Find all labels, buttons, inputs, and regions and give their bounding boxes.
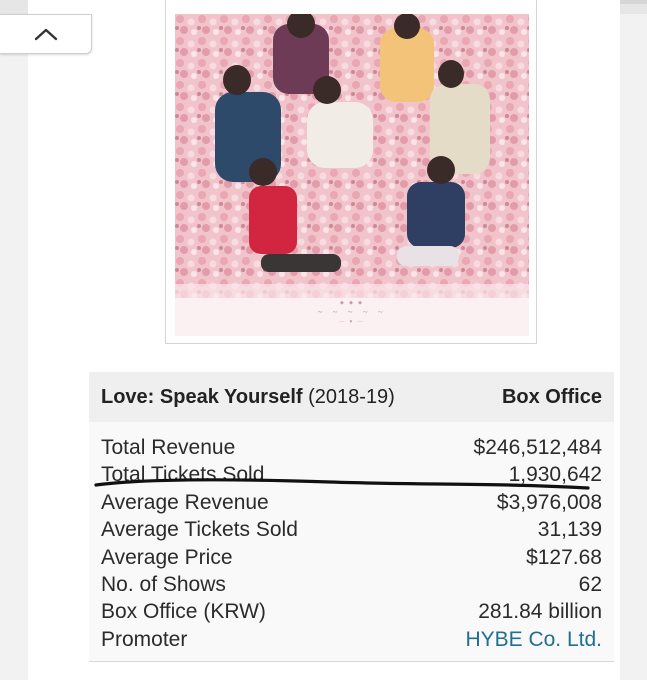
poster-caption-line-3: — ♥ —: [339, 320, 365, 325]
table-rows: Total Revenue $246,512,484 Total Tickets…: [101, 434, 602, 653]
row-label: Total Tickets Sold: [101, 463, 265, 487]
table-header: Love: Speak Yourself (2018-19) Box Offic…: [89, 372, 614, 422]
row-value: 1,930,642: [508, 463, 602, 487]
table-row: Box Office (KRW) 281.84 billion: [101, 598, 602, 625]
row-label: Average Price: [101, 545, 233, 569]
table-row: Average Revenue $3,976,008: [101, 489, 602, 516]
collapse-button[interactable]: [0, 14, 92, 54]
row-label: Total Revenue: [101, 436, 236, 459]
row-value: $3,976,008: [496, 490, 602, 514]
row-value: $246,512,484: [473, 436, 602, 459]
poster-artwork: [175, 14, 529, 336]
row-label: Promoter: [101, 627, 188, 651]
row-value: $127.68: [526, 545, 602, 569]
promoter-link[interactable]: HYBE Co. Ltd.: [465, 626, 602, 653]
table-row: Total Revenue $246,512,484: [101, 434, 602, 461]
table-row: Average Tickets Sold 31,139: [101, 516, 602, 543]
row-value: 281.84 billion: [478, 600, 602, 624]
poster-frame: ◆ ◆ ◆ ~ ~ ~ ~ ~ — ♥ —: [165, 0, 537, 344]
poster-caption-line-2: ~ ~ ~ ~ ~: [317, 307, 387, 317]
row-value: 31,139: [537, 518, 602, 542]
tour-years: (2018-19): [308, 385, 395, 408]
table-row: Average Price $127.68: [101, 544, 602, 571]
tour-name: Love: Speak Yourself: [101, 385, 303, 408]
row-label: Average Revenue: [101, 490, 269, 514]
tour-poster-image: ◆ ◆ ◆ ~ ~ ~ ~ ~ — ♥ —: [175, 14, 529, 336]
table-row: No. of Shows 62: [101, 571, 602, 598]
tour-title: Love: Speak Yourself (2018-19): [101, 386, 395, 409]
box-office-table: Love: Speak Yourself (2018-19) Box Offic…: [89, 372, 614, 662]
table-bottom-border: [89, 661, 614, 662]
row-value: 62: [578, 572, 602, 596]
article-content: ◆ ◆ ◆ ~ ~ ~ ~ ~ — ♥ — Love: Speak Yourse…: [28, 0, 620, 680]
row-label: Box Office (KRW): [101, 600, 266, 624]
table-row: Promoter HYBE Co. Ltd.: [101, 626, 602, 653]
row-label: No. of Shows: [101, 572, 226, 596]
box-office-column-header: Box Office: [501, 385, 602, 408]
chevron-up-icon: [34, 28, 57, 41]
table-row: Total Tickets Sold 1,930,642: [101, 461, 602, 488]
row-label: Average Tickets Sold: [101, 518, 298, 542]
poster-caption-line-1: ◆ ◆ ◆: [339, 301, 365, 306]
